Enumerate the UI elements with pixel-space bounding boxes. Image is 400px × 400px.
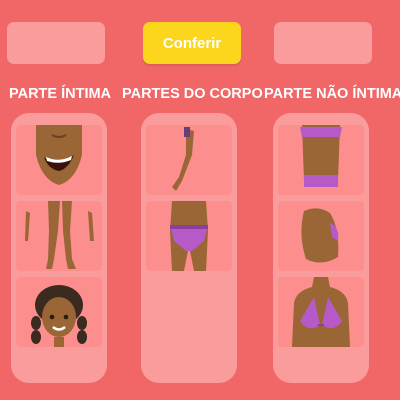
body-part-card-head[interactable] bbox=[16, 277, 102, 347]
body-parts-bank[interactable] bbox=[141, 113, 237, 383]
column-title-non-intimate: PARTE NÃO ÍNTIMA bbox=[264, 86, 400, 102]
body-part-card-buttocks[interactable] bbox=[278, 201, 364, 271]
arm-image bbox=[172, 127, 194, 191]
chest-bikini-image bbox=[292, 277, 350, 347]
body-part-card-torso[interactable] bbox=[278, 125, 364, 195]
body-part-card-hips[interactable] bbox=[146, 201, 232, 271]
body-part-card-mouth[interactable] bbox=[16, 125, 102, 195]
column-title-body-parts: PARTES DO CORPO bbox=[122, 86, 263, 102]
legs-image bbox=[25, 201, 94, 269]
body-part-card-chest[interactable] bbox=[278, 277, 364, 347]
drop-zone-intimate[interactable] bbox=[11, 113, 107, 383]
column-title-intimate: PARTE ÍNTIMA bbox=[9, 86, 112, 102]
hips-bikini-image bbox=[170, 201, 208, 271]
answer-slot-right[interactable] bbox=[274, 22, 372, 64]
buttocks-image bbox=[301, 208, 339, 263]
drop-zone-non-intimate[interactable] bbox=[273, 113, 369, 383]
conferir-button[interactable]: Conferir bbox=[143, 22, 241, 64]
answer-slot-left[interactable] bbox=[7, 22, 105, 64]
girl-head-image bbox=[31, 285, 87, 347]
mouth-image bbox=[36, 125, 82, 185]
body-part-card-legs[interactable] bbox=[16, 201, 102, 271]
body-part-card-arm[interactable] bbox=[146, 125, 232, 195]
torso-image bbox=[300, 125, 342, 187]
